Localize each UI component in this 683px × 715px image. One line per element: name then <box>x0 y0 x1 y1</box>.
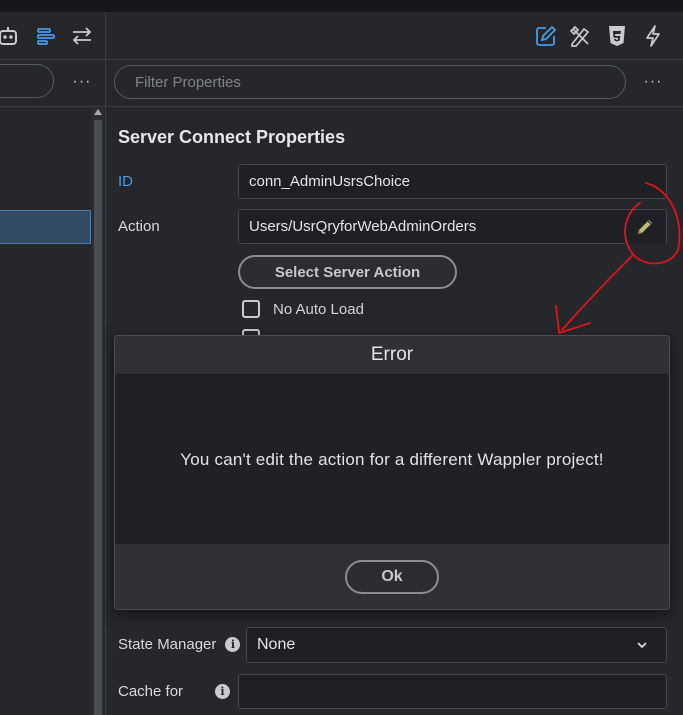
state-manager-select[interactable]: None <box>246 627 667 663</box>
id-field[interactable]: conn_AdminUsrsChoice <box>238 164 667 199</box>
dialog-title: Error <box>115 336 669 375</box>
cache-for-input[interactable] <box>238 674 667 709</box>
no-auto-load-row[interactable]: No Auto Load <box>242 300 364 318</box>
section-title: Server Connect Properties <box>118 127 346 147</box>
left-divider <box>0 106 106 107</box>
left-more-button[interactable]: ··· <box>70 70 94 94</box>
id-value: conn_AdminUsrsChoice <box>249 173 410 190</box>
cache-for-label: Cache for <box>118 683 184 700</box>
info-icon[interactable]: i <box>225 637 241 652</box>
edit-icon[interactable] <box>534 24 558 48</box>
left-toolbar <box>0 12 106 60</box>
app-window: ··· ··· Server Connect Properties ID <box>0 0 683 715</box>
id-label: ID <box>118 173 133 190</box>
select-server-action-button[interactable]: Select Server Action <box>238 255 457 289</box>
selected-tree-item[interactable] <box>0 210 91 244</box>
no-auto-load-label: No Auto Load <box>273 300 364 318</box>
properties-toolbar <box>107 12 683 60</box>
left-scrollbar-thumb[interactable] <box>94 120 102 715</box>
action-field[interactable]: Users/UsrQryforWebAdminOrders <box>238 209 667 244</box>
robot-icon[interactable] <box>0 24 20 48</box>
swap-arrows-icon[interactable] <box>70 24 94 48</box>
properties-divider <box>107 106 683 107</box>
title-strip <box>0 0 683 12</box>
design-tools-icon[interactable] <box>569 24 593 48</box>
properties-more-button[interactable]: ··· <box>641 70 665 94</box>
chevron-down-icon <box>636 638 648 656</box>
info-icon[interactable]: i <box>215 684 230 699</box>
align-left-icon[interactable] <box>34 24 58 48</box>
lightning-icon[interactable] <box>641 24 665 48</box>
dialog-footer: Ok <box>115 544 669 609</box>
scroll-up-arrow-icon[interactable] <box>94 109 102 115</box>
dialog-message: You can't edit the action for a differen… <box>115 375 669 544</box>
left-search-input[interactable] <box>0 64 54 98</box>
action-label: Action <box>118 218 160 235</box>
pencil-icon[interactable] <box>625 210 665 244</box>
filter-properties-input[interactable] <box>114 65 626 99</box>
action-value: Users/UsrQryforWebAdminOrders <box>249 218 477 235</box>
css3-icon[interactable] <box>605 24 629 48</box>
no-auto-load-checkbox[interactable] <box>242 300 260 318</box>
state-manager-value: None <box>257 636 296 653</box>
error-dialog: Error You can't edit the action for a di… <box>114 335 670 610</box>
state-manager-label-group: State Manager i <box>118 636 241 653</box>
ok-button[interactable]: Ok <box>345 560 439 594</box>
state-manager-label: State Manager <box>118 636 217 653</box>
left-panel: ··· <box>0 12 106 715</box>
